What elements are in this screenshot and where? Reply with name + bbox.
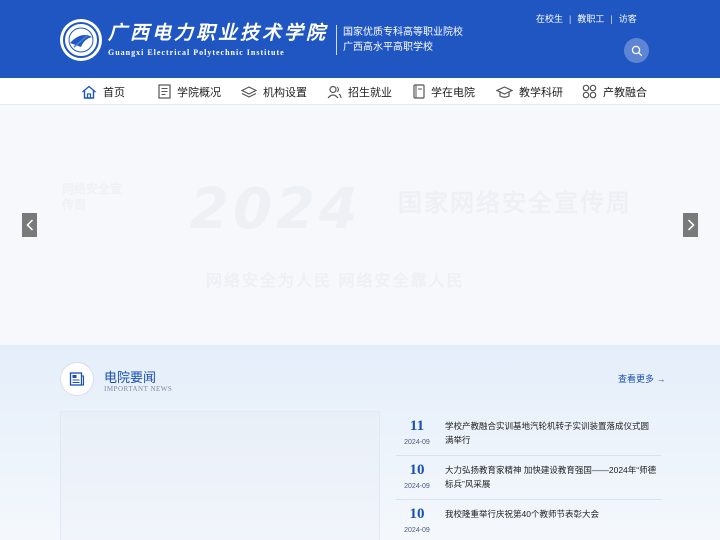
nav-item-organization[interactable]: 机构设置 <box>241 78 307 105</box>
logo-english-name: Guangxi Electrical Polytechnic Institute <box>108 47 285 57</box>
banner-side-text: 网络安全宣传周 <box>62 182 123 212</box>
top-links: 在校生 | 教职工 | 访客 <box>536 12 637 25</box>
nav-item-home[interactable]: 首页 <box>81 78 125 105</box>
news-list-item[interactable]: 10 2024-09 我校隆重举行庆祝第40个教师节表彰大会 <box>396 500 661 540</box>
link-students[interactable]: 在校生 <box>536 12 563 25</box>
nav-label: 首页 <box>103 86 125 99</box>
news-list-item[interactable]: 11 2024-09 学校产教融合实训基地汽轮机转子实训装置落成仪式圆满举行 <box>396 412 661 456</box>
link-separator: | <box>569 13 572 24</box>
news-feature-image[interactable] <box>60 411 380 540</box>
news-month: 2024-09 <box>404 483 430 490</box>
news-section: 电院要闻 IMPORTANT NEWS 查看更多 → 11 2024-09 学校… <box>0 345 720 540</box>
logo-chinese-name: 广西电力职业技术学院 <box>108 21 329 44</box>
banner-prev-button[interactable] <box>22 213 37 237</box>
grid-icon <box>582 84 597 99</box>
hero-banner[interactable]: 网络安全宣传周 2024 国家网络安全宣传周 网络安全为人民 网络安全靠人民 <box>0 105 720 345</box>
nav-label: 教学科研 <box>519 86 563 99</box>
search-button[interactable] <box>624 38 649 63</box>
news-list: 11 2024-09 学校产教融合实训基地汽轮机转子实训装置落成仪式圆满举行 1… <box>396 412 661 540</box>
news-day: 11 <box>409 418 425 434</box>
banner-next-button[interactable] <box>683 213 698 237</box>
news-date: 11 2024-09 <box>404 418 430 446</box>
nav-item-industry[interactable]: 产教融合 <box>582 78 647 105</box>
nav-label: 招生就业 <box>348 86 392 99</box>
news-headline[interactable]: 学校产教融合实训基地汽轮机转子实训装置落成仪式圆满举行 <box>445 419 657 447</box>
news-headline[interactable]: 我校隆重举行庆祝第40个教师节表彰大会 <box>445 507 657 521</box>
link-separator: | <box>610 13 613 24</box>
nav-item-admissions[interactable]: 招生就业 <box>327 78 392 105</box>
book-icon <box>413 84 425 99</box>
news-day: 10 <box>409 462 425 478</box>
nav-label: 学在电院 <box>431 86 475 99</box>
nav-item-research[interactable]: 教学科研 <box>496 78 563 105</box>
site-logo[interactable]: 广西电力职业技术学院 Guangxi Electrical Polytechni… <box>60 18 463 62</box>
slogan-line-2: 广西高水平高职学校 <box>343 42 434 53</box>
school-emblem-icon <box>60 19 102 61</box>
main-nav: 首页 学院概况 机构设置 招生就业 学在电院 教学科研 产教融合 <box>0 78 720 105</box>
news-headline[interactable]: 大力弘扬教育家精神 加快建设教育强国——2024年“师德标兵”风采展 <box>445 463 657 491</box>
nav-item-about[interactable]: 学院概况 <box>158 78 221 105</box>
chevron-right-icon <box>687 219 695 231</box>
slogan-line-1: 国家优质专科高等职业院校 <box>343 27 464 38</box>
banner-year: 2024 <box>190 177 362 242</box>
news-month: 2024-09 <box>404 439 430 446</box>
news-month: 2024-09 <box>404 527 430 534</box>
layers-icon <box>241 85 257 98</box>
news-day: 10 <box>409 506 425 522</box>
search-icon <box>631 45 642 56</box>
nav-item-study[interactable]: 学在电院 <box>413 78 475 105</box>
users-icon <box>327 85 342 98</box>
banner-subtitle: 网络安全为人民 网络安全靠人民 <box>206 273 465 290</box>
news-list-item[interactable]: 10 2024-09 大力弘扬教育家精神 加快建设教育强国——2024年“师德标… <box>396 456 661 500</box>
news-date: 10 2024-09 <box>404 462 430 490</box>
document-icon <box>158 84 171 99</box>
news-date: 10 2024-09 <box>404 506 430 534</box>
section-subtitle: IMPORTANT NEWS <box>104 385 173 393</box>
newspaper-icon <box>60 362 94 396</box>
nav-label: 产教融合 <box>603 86 647 99</box>
view-more-link[interactable]: 查看更多 → <box>618 372 666 385</box>
nav-label: 机构设置 <box>263 86 307 99</box>
home-icon <box>82 85 96 99</box>
site-header: 广西电力职业技术学院 Guangxi Electrical Polytechni… <box>0 0 720 78</box>
nav-label: 学院概况 <box>177 86 221 99</box>
chevron-left-icon <box>25 219 33 231</box>
logo-divider <box>336 25 338 55</box>
graduation-cap-icon <box>496 85 513 98</box>
link-visitors[interactable]: 访客 <box>619 12 637 25</box>
link-staff[interactable]: 教职工 <box>577 12 604 25</box>
section-title: 电院要闻 <box>104 370 157 385</box>
banner-title: 国家网络安全宣传周 <box>398 190 632 217</box>
